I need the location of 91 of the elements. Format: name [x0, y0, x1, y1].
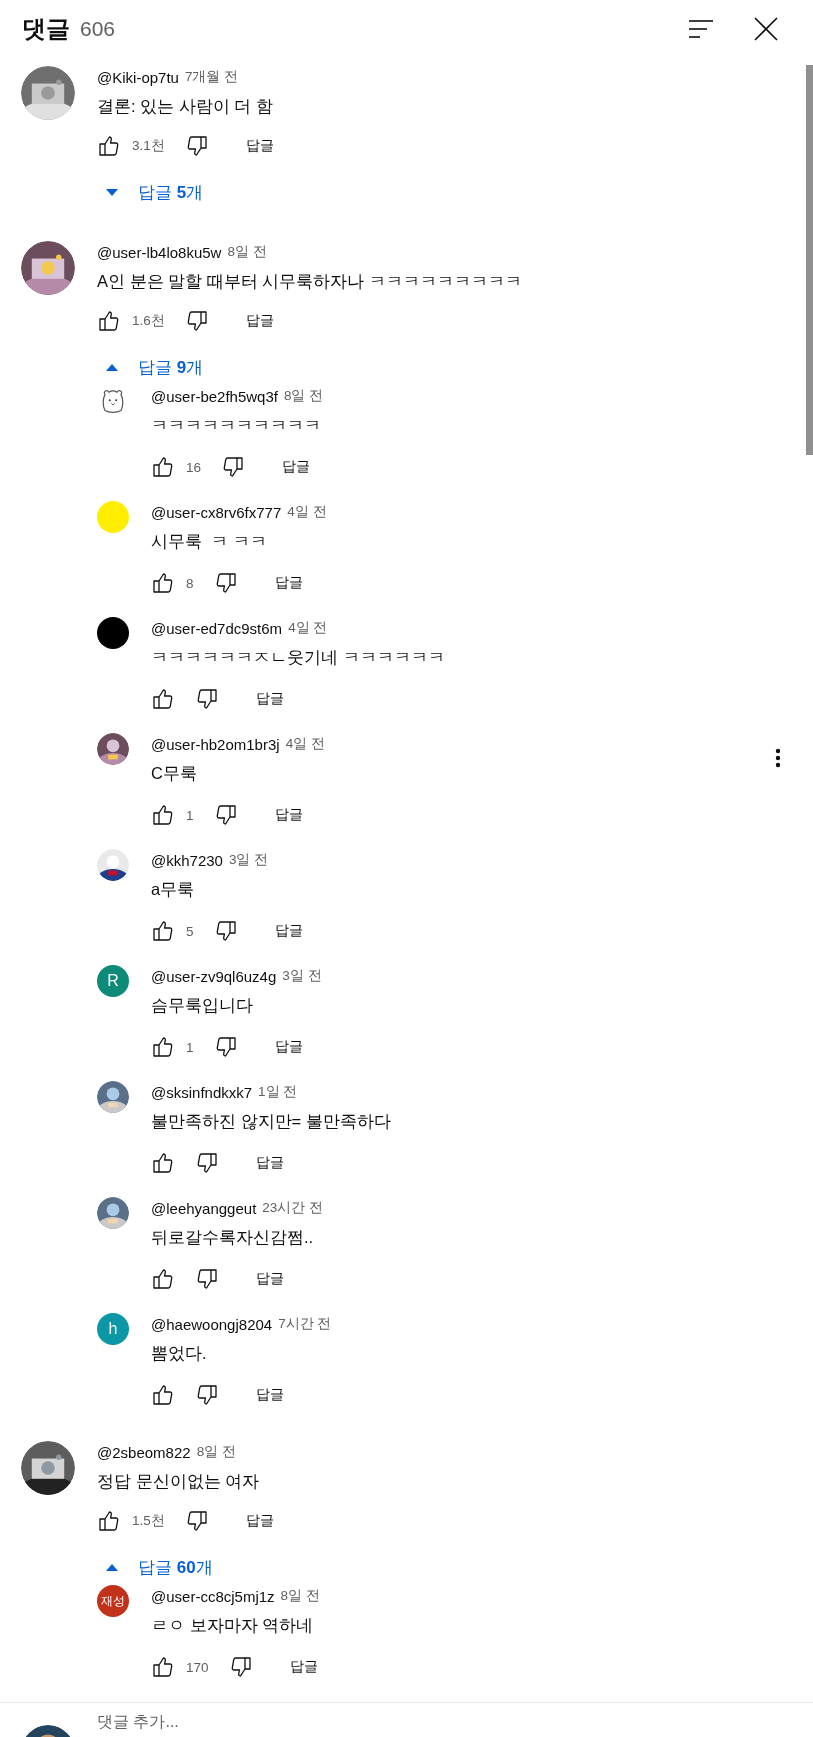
thumbs-down-icon[interactable] [195, 1151, 219, 1175]
author-name[interactable]: @kkh7230 [151, 851, 223, 869]
comment-text: C무룩 [151, 763, 198, 784]
comment-time: 4일 전 [285, 735, 325, 753]
like-count: 3.1천 [132, 137, 165, 155]
comment-text: ㄹㅇ 보자마자 역하네 [151, 1615, 315, 1636]
more-icon[interactable] [775, 748, 781, 768]
like-count: 1 [186, 807, 194, 823]
reply-button[interactable]: 답글 [244, 684, 296, 714]
reply-button[interactable]: 답글 [277, 1652, 330, 1682]
author-name[interactable]: @haewoongj8204 [151, 1315, 273, 1333]
comment-text: ㅋㅋㅋㅋㅋㅋㅈㄴ웃기네 ㅋㅋㅋㅋㅋㅋ [151, 647, 446, 668]
thumbs-up-icon[interactable] [151, 1267, 175, 1291]
comment-text: 시무룩 ㅋ ㅋㅋ [151, 531, 268, 552]
reply-button[interactable]: 답글 [244, 1264, 296, 1294]
thumbs-up-icon[interactable] [151, 1151, 175, 1175]
thumbs-up-icon[interactable] [97, 1509, 121, 1533]
reply-button[interactable]: 답글 [262, 916, 315, 946]
author-name[interactable]: @2sbeom822 [97, 1443, 191, 1461]
sort-icon[interactable] [688, 18, 714, 40]
author-name[interactable]: @user-hb2om1br3j [151, 735, 280, 753]
author-name[interactable]: @sksinfndkxk7 [151, 1083, 253, 1101]
like-count: 1.5천 [132, 1512, 165, 1530]
author-name[interactable]: @user-be2fh5wq3f [151, 387, 278, 405]
thumbs-up-icon[interactable] [151, 803, 175, 827]
thumbs-up-icon[interactable] [151, 919, 175, 943]
comment-text: 뽐었다. [151, 1343, 208, 1364]
scrollbar[interactable] [806, 65, 813, 455]
like-count: 1.6천 [132, 312, 165, 330]
comment-time: 7시간 전 [278, 1315, 332, 1333]
thumbs-up-icon[interactable] [151, 571, 175, 595]
like-count: 16 [186, 459, 202, 475]
panel-title: 댓글 [22, 14, 70, 44]
comment-time: 23시간 전 [262, 1199, 324, 1217]
thumbs-up-icon[interactable] [97, 134, 121, 158]
reply-button[interactable]: 답글 [262, 568, 315, 598]
comment-text: a무룩 [151, 879, 196, 900]
comment-time: 8일 전 [196, 1443, 236, 1461]
comment-text: 정답 문신이없는 여자 [97, 1471, 261, 1492]
comment-text: A인 분은 말할 때부터 시무룩하자나 ㅋㅋㅋㅋㅋㅋㅋㅋㅋ [97, 271, 523, 292]
comment-text: 슴무룩입니다 [151, 995, 254, 1016]
reply-button[interactable]: 답글 [270, 452, 323, 482]
like-count: 1 [186, 1039, 194, 1055]
like-count: 170 [186, 1659, 209, 1675]
thumbs-up-icon[interactable] [151, 1383, 175, 1407]
reply-button[interactable]: 답글 [233, 131, 286, 161]
comment-text: 뒤로갈수록자신감쩜.. [151, 1227, 315, 1248]
author-name[interactable]: @user-zv9ql6uz4g [151, 967, 277, 985]
reply-button[interactable]: 답글 [233, 306, 286, 336]
comment-time: 4일 전 [288, 619, 328, 637]
comment-time: 4일 전 [287, 503, 327, 521]
comment-count: 606 [80, 17, 116, 41]
comment-time: 8일 전 [280, 1587, 320, 1605]
like-count: 8 [186, 575, 194, 591]
reply-button[interactable]: 답글 [262, 800, 315, 830]
author-name[interactable]: @Kiki-op7tu [97, 68, 179, 86]
thumbs-down-icon[interactable] [195, 1383, 219, 1407]
thumbs-up-icon[interactable] [151, 455, 175, 479]
author-name[interactable]: @user-ed7dc9st6m [151, 619, 283, 637]
comment-text: ㅋㅋㅋㅋㅋㅋㅋㅋㅋㅋ [151, 415, 322, 436]
comment-time: 8일 전 [227, 243, 267, 261]
thumbs-up-icon[interactable] [151, 687, 175, 711]
replies-toggle[interactable]: 답글 9개 [97, 349, 204, 385]
replies-toggle[interactable]: 답글 60개 [97, 1549, 213, 1585]
thumbs-down-icon[interactable] [221, 455, 246, 479]
reply-button[interactable]: 답글 [244, 1380, 296, 1410]
author-name[interactable]: @user-cc8cj5mj1z [151, 1587, 275, 1605]
reply-button[interactable]: 답글 [244, 1148, 296, 1178]
close-icon[interactable] [754, 17, 778, 41]
like-count: 5 [186, 923, 194, 939]
author-name[interactable]: @user-lb4lo8ku5w [97, 243, 222, 261]
thumbs-up-icon[interactable] [97, 309, 121, 333]
author-name[interactable]: @leehyanggeut [151, 1199, 257, 1217]
replies-toggle[interactable]: 답글 5개 [97, 174, 204, 210]
avatar: h [97, 1313, 129, 1345]
avatar: 재성 [97, 1585, 129, 1617]
thumbs-up-icon[interactable] [151, 1035, 175, 1059]
reply-button[interactable]: 답글 [233, 1506, 286, 1536]
comment-text: 결론: 있는 사람이 더 함 [97, 96, 274, 117]
comment-time: 8일 전 [283, 387, 324, 405]
thumbs-up-icon[interactable] [151, 1655, 175, 1679]
comment-time: 3일 전 [228, 851, 269, 869]
thumbs-down-icon[interactable] [195, 1267, 219, 1291]
avatar: R [97, 965, 129, 997]
comment-time: 1일 전 [258, 1083, 298, 1101]
comment-time: 3일 전 [282, 967, 322, 985]
comment-text: 불만족하진 않지만= 불만족하다 [151, 1111, 392, 1132]
author-name[interactable]: @user-cx8rv6fx777 [151, 503, 282, 521]
thumbs-down-icon[interactable] [195, 687, 219, 711]
reply-button[interactable]: 답글 [262, 1032, 315, 1062]
comment-time: 7개월 전 [184, 68, 239, 86]
